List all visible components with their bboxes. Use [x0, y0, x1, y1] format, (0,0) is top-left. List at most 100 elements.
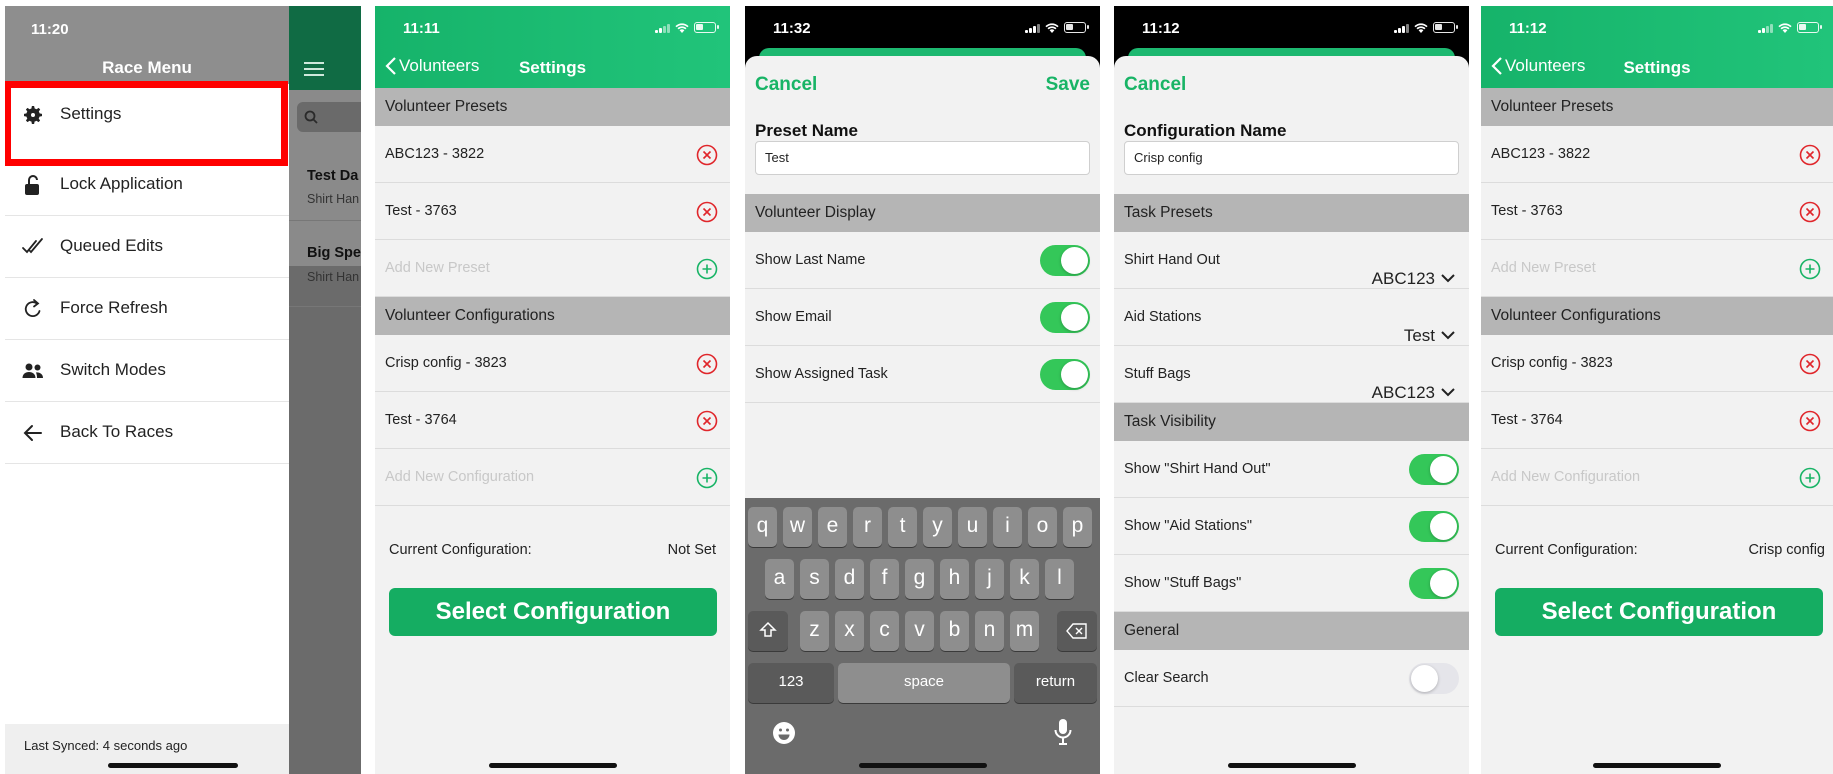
- add-circle-icon[interactable]: [696, 467, 718, 489]
- key-s[interactable]: s: [800, 559, 829, 599]
- list-item-config[interactable]: Test - 3764: [1481, 392, 1833, 449]
- home-indicator: [858, 763, 987, 768]
- key-c[interactable]: c: [870, 611, 899, 651]
- add-circle-icon[interactable]: [696, 258, 718, 280]
- list-item-config[interactable]: Test - 3764: [375, 392, 730, 449]
- microphone-icon[interactable]: [1053, 718, 1073, 746]
- delete-circle-icon[interactable]: [1799, 410, 1821, 432]
- cancel-button[interactable]: Cancel: [1124, 74, 1186, 96]
- add-preset-row[interactable]: Add New Preset: [375, 240, 730, 297]
- emoji-icon[interactable]: [771, 720, 797, 746]
- key-f[interactable]: f: [870, 559, 899, 599]
- key-p[interactable]: p: [1063, 507, 1092, 547]
- toggle-row: Show Last Name: [745, 232, 1100, 289]
- key-y[interactable]: y: [923, 507, 952, 547]
- key-k[interactable]: k: [1010, 559, 1039, 599]
- preset-name-input[interactable]: Test: [755, 141, 1090, 175]
- space-key[interactable]: space: [838, 663, 1010, 703]
- shift-key[interactable]: [748, 611, 788, 651]
- add-config-placeholder[interactable]: Add New Configuration: [1491, 469, 1640, 485]
- key-e[interactable]: e: [818, 507, 847, 547]
- toggle-switch[interactable]: [1040, 302, 1090, 333]
- wifi-icon: [675, 23, 689, 33]
- add-preset-placeholder[interactable]: Add New Preset: [1491, 260, 1596, 276]
- add-circle-icon[interactable]: [1799, 258, 1821, 280]
- key-q[interactable]: q: [748, 507, 777, 547]
- add-config-placeholder[interactable]: Add New Configuration: [385, 469, 534, 485]
- menu-item-queued-edits[interactable]: Queued Edits: [5, 216, 289, 278]
- delete-key[interactable]: [1057, 611, 1097, 651]
- key-b[interactable]: b: [940, 611, 969, 651]
- key-x[interactable]: x: [835, 611, 864, 651]
- toggle-switch[interactable]: [1409, 568, 1459, 599]
- add-circle-icon[interactable]: [1799, 467, 1821, 489]
- status-bar: 11:12: [1481, 6, 1833, 48]
- add-preset-placeholder[interactable]: Add New Preset: [385, 260, 490, 276]
- list-item-preset[interactable]: Test - 3763: [1481, 183, 1833, 240]
- key-l[interactable]: l: [1045, 559, 1074, 599]
- toggle-switch[interactable]: [1040, 359, 1090, 390]
- key-n[interactable]: n: [975, 611, 1004, 651]
- select-configuration-button[interactable]: Select Configuration: [1495, 588, 1823, 636]
- signal-icon: [1025, 23, 1040, 33]
- behind-search: [297, 102, 361, 132]
- menu-label-lock: Lock Application: [60, 174, 183, 193]
- delete-circle-icon[interactable]: [1799, 144, 1821, 166]
- menu-item-back-to-races[interactable]: Back To Races: [5, 402, 289, 464]
- add-config-row[interactable]: Add New Configuration: [375, 449, 730, 506]
- numbers-key[interactable]: 123: [748, 663, 834, 703]
- task-preset-row[interactable]: Aid Stations Test: [1114, 289, 1469, 346]
- delete-circle-icon[interactable]: [696, 353, 718, 375]
- list-item-config[interactable]: Crisp config - 3823: [1481, 335, 1833, 392]
- toggle-switch[interactable]: [1040, 245, 1090, 276]
- select-configuration-button[interactable]: Select Configuration: [389, 588, 717, 636]
- delete-circle-icon[interactable]: [696, 201, 718, 223]
- key-z[interactable]: z: [800, 611, 829, 651]
- toggle-switch[interactable]: [1409, 663, 1459, 694]
- delete-circle-icon[interactable]: [696, 410, 718, 432]
- key-m[interactable]: m: [1010, 611, 1039, 651]
- key-r[interactable]: r: [853, 507, 882, 547]
- list-item-preset[interactable]: ABC123 - 3822: [375, 126, 730, 183]
- return-key[interactable]: return: [1014, 663, 1097, 703]
- configuration-name-input[interactable]: Crisp config: [1124, 141, 1459, 175]
- task-preset-row[interactable]: Stuff Bags ABC123: [1114, 346, 1469, 403]
- section-volunteer-display: Volunteer Display: [745, 194, 1100, 232]
- menu-item-force-refresh[interactable]: Force Refresh: [5, 278, 289, 340]
- key-v[interactable]: v: [905, 611, 934, 651]
- delete-circle-icon[interactable]: [1799, 201, 1821, 223]
- key-i[interactable]: i: [993, 507, 1022, 547]
- key-o[interactable]: o: [1028, 507, 1057, 547]
- cancel-button[interactable]: Cancel: [755, 74, 817, 96]
- list-item-preset[interactable]: ABC123 - 3822: [1481, 126, 1833, 183]
- configuration-name-label: Configuration Name: [1124, 121, 1287, 140]
- key-t[interactable]: t: [888, 507, 917, 547]
- add-preset-row[interactable]: Add New Preset: [1481, 240, 1833, 297]
- key-j[interactable]: j: [975, 559, 1004, 599]
- delete-circle-icon[interactable]: [696, 144, 718, 166]
- task-preset-row[interactable]: Shirt Hand Out ABC123: [1114, 232, 1469, 289]
- status-bar: 11:11: [375, 6, 730, 48]
- key-u[interactable]: u: [958, 507, 987, 547]
- list-item-preset[interactable]: Test - 3763: [375, 183, 730, 240]
- toggle-label: Show "Stuff Bags": [1124, 575, 1242, 591]
- current-config-value: Not Set: [667, 542, 716, 558]
- menu-item-switch-modes[interactable]: Switch Modes: [5, 340, 289, 402]
- chevron-down-icon: [1441, 331, 1455, 340]
- hamburger-icon[interactable]: [304, 62, 324, 76]
- key-h[interactable]: h: [940, 559, 969, 599]
- key-w[interactable]: w: [783, 507, 812, 547]
- add-config-row[interactable]: Add New Configuration: [1481, 449, 1833, 506]
- toggle-switch[interactable]: [1409, 511, 1459, 542]
- list-item-config[interactable]: Crisp config - 3823: [375, 335, 730, 392]
- key-d[interactable]: d: [835, 559, 864, 599]
- task-label: Shirt Hand Out: [1124, 252, 1220, 268]
- delete-circle-icon[interactable]: [1799, 353, 1821, 375]
- key-g[interactable]: g: [905, 559, 934, 599]
- save-button[interactable]: Save: [1046, 74, 1090, 96]
- modal-sheet: Cancel Configuration Name Crisp config T…: [1114, 56, 1469, 774]
- key-a[interactable]: a: [765, 559, 794, 599]
- people-icon: [22, 363, 43, 378]
- toggle-switch[interactable]: [1409, 454, 1459, 485]
- status-time: 11:12: [1509, 20, 1547, 37]
